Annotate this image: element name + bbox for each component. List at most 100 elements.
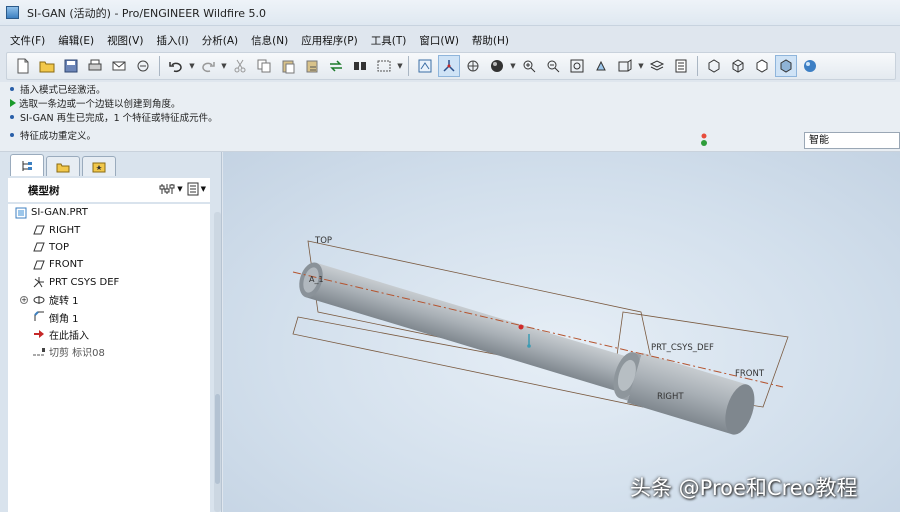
menu-applications[interactable]: 应用程序(P) [301, 33, 358, 48]
part-icon [14, 207, 28, 219]
enhanced-realism-button[interactable] [799, 55, 821, 77]
paste-button[interactable] [277, 55, 299, 77]
reorient-button[interactable] [590, 55, 612, 77]
tree-item-label: 切剪 标识08 [49, 348, 105, 360]
tree-item-label: 旋转 1 [49, 296, 79, 308]
redo-dropdown-icon[interactable]: ▼ [220, 62, 228, 70]
tab-model-tree[interactable] [10, 154, 44, 176]
find-button[interactable] [349, 55, 371, 77]
undo-button[interactable] [165, 55, 187, 77]
menu-view[interactable]: 视图(V) [107, 33, 143, 48]
cut-button[interactable] [229, 55, 251, 77]
csys-icon [32, 276, 46, 288]
orient-mode-button[interactable] [462, 55, 484, 77]
label-axis-a1: A_1 [309, 275, 324, 284]
label-top: TOP [314, 236, 332, 246]
tree-item-label: TOP [49, 241, 70, 253]
selection-filter-select[interactable]: 智能 [804, 132, 900, 149]
tree-item-revolve[interactable]: + 旋转 1 [8, 291, 210, 308]
label-front: FRONT [735, 369, 765, 379]
tree-item-right[interactable]: RIGHT [8, 221, 210, 238]
menu-help[interactable]: 帮助(H) [472, 33, 509, 48]
saved-views-button[interactable] [614, 55, 636, 77]
menu-info[interactable]: 信息(N) [251, 33, 288, 48]
menu-edit[interactable]: 编辑(E) [58, 33, 94, 48]
info-bullet-icon [10, 133, 14, 137]
tree-item-chamfer[interactable]: 倒角 1 [8, 308, 210, 325]
expand-icon[interactable]: + [20, 295, 28, 304]
show-dropdown-icon[interactable]: ▼ [201, 185, 206, 193]
model-tree: SI-GAN.PRT RIGHT TOP FRONT PRT CSYS DEF … [8, 204, 210, 512]
window-title: SI-GAN (活动的) - Pro/ENGINEER Wildfire 5.0 [27, 6, 266, 20]
navigator-tabs [0, 152, 221, 176]
send-mail-button[interactable] [108, 55, 130, 77]
menu-analysis[interactable]: 分析(A) [202, 33, 238, 48]
tree-item-cut[interactable]: 切剪 标识08 [8, 343, 210, 360]
settings-icon[interactable] [159, 182, 175, 196]
message-text: 插入模式已经激活。 [20, 85, 106, 96]
no-hidden-button[interactable] [751, 55, 773, 77]
axis-a1-line[interactable] [292, 271, 784, 388]
open-file-button[interactable] [36, 55, 58, 77]
message-text: SI-GAN 再生已完成，1 个特征或特征成元件。 [20, 113, 218, 124]
menu-bar: 文件(F) 编辑(E) 视图(V) 插入(I) 分析(A) 信息(N) 应用程序… [0, 30, 900, 50]
tree-item-label: FRONT [49, 259, 84, 271]
chamfer-icon [32, 311, 46, 323]
toolbar-separator [697, 56, 698, 76]
selection-box-button[interactable] [373, 55, 395, 77]
saved-views-dropdown-icon[interactable]: ▼ [637, 62, 645, 70]
appearance-gallery-button[interactable] [486, 55, 508, 77]
shading-button[interactable] [775, 55, 797, 77]
tab-favorites[interactable] [82, 156, 116, 176]
tree-item-front[interactable]: FRONT [8, 256, 210, 273]
show-menu-icon[interactable] [187, 182, 199, 196]
spin-center-button[interactable] [438, 55, 460, 77]
paste-special-button[interactable] [301, 55, 323, 77]
datum-plane-icon [32, 224, 46, 236]
zoom-out-button[interactable] [542, 55, 564, 77]
menu-file[interactable]: 文件(F) [10, 33, 45, 48]
main-toolbar: ▼ ▼ ▼ ▼ ▼ [6, 52, 896, 80]
wireframe-button[interactable] [703, 55, 725, 77]
csys-marker-dot [527, 344, 531, 348]
label-right: RIGHT [657, 392, 684, 402]
copy-button[interactable] [253, 55, 275, 77]
selection-dropdown-icon[interactable]: ▼ [396, 62, 404, 70]
tree-item-top[interactable]: TOP [8, 239, 210, 256]
repaint-button[interactable] [414, 55, 436, 77]
layers-button[interactable] [646, 55, 668, 77]
message-line: 特征成功重定义。 [0, 128, 96, 142]
hidden-line-button[interactable] [727, 55, 749, 77]
insert-here-arrow-icon [32, 328, 46, 340]
send-link-button[interactable] [132, 55, 154, 77]
model-graphics[interactable]: TOP FRONT RIGHT PRT_CSYS_DEF A_1 [223, 152, 900, 512]
zoom-in-button[interactable] [518, 55, 540, 77]
menu-tools[interactable]: 工具(T) [371, 33, 407, 48]
graphics-viewport[interactable]: TOP FRONT RIGHT PRT_CSYS_DEF A_1 [223, 152, 900, 512]
redo-button[interactable] [197, 55, 219, 77]
view-manager-button[interactable] [670, 55, 692, 77]
tab-folder-browser[interactable] [46, 156, 80, 176]
tree-item-insert-here[interactable]: 在此插入 [8, 326, 210, 343]
undo-dropdown-icon[interactable]: ▼ [188, 62, 196, 70]
prompt-arrow-icon [10, 99, 16, 107]
toolbar-separator [159, 56, 160, 76]
watermark: 头条 @Proe和Creo教程 [630, 476, 858, 500]
message-text: 选取一条边或一个边链以创建到角度。 [19, 99, 181, 110]
message-line: 选取一条边或一个边链以创建到角度。 [0, 96, 900, 110]
menu-insert[interactable]: 插入(I) [156, 33, 188, 48]
panel-scroll-thumb[interactable] [215, 394, 220, 484]
appearance-dropdown-icon[interactable]: ▼ [509, 62, 517, 70]
settings-dropdown-icon[interactable]: ▼ [177, 185, 182, 193]
navigator-panel: 模型树 ▼ ▼ SI-GAN.PRT RIGHT TOP FRONT PRT C… [0, 152, 222, 512]
save-button[interactable] [60, 55, 82, 77]
datum-plane-icon [32, 259, 46, 271]
new-file-button[interactable] [12, 55, 34, 77]
regenerate-button[interactable] [325, 55, 347, 77]
menu-window[interactable]: 窗口(W) [419, 33, 459, 48]
tree-item-csys[interactable]: PRT CSYS DEF [8, 274, 210, 291]
refit-button[interactable] [566, 55, 588, 77]
tree-tools: ▼ ▼ [159, 182, 206, 196]
tree-item-part[interactable]: SI-GAN.PRT [8, 204, 210, 221]
print-button[interactable] [84, 55, 106, 77]
